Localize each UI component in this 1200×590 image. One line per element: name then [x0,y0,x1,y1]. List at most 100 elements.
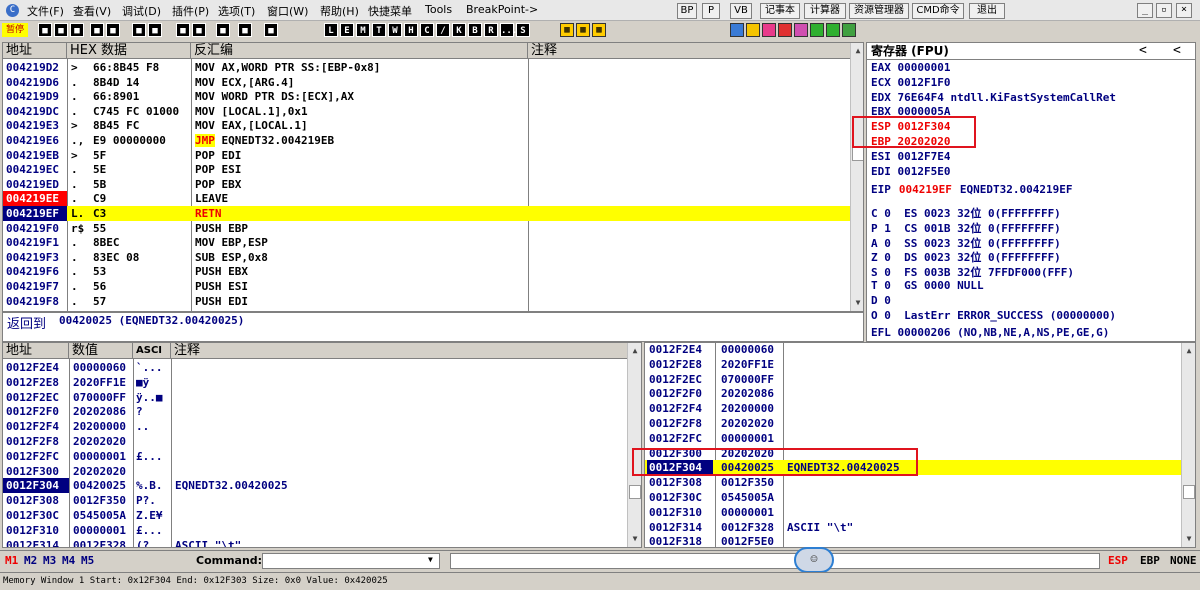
stack-row[interactable]: 0012F308 0012F350 [645,475,1181,490]
flag-row[interactable]: P 1 CS 001B 32位 0(FFFFFFFF) [871,220,1061,236]
plugin-button[interactable] [810,23,824,37]
debug-control-button[interactable]: ■ [238,23,252,37]
disasm-row[interactable]: 004219E6., E9 00000000 JMP EQNEDT32.004219… [3,133,850,148]
stack-row[interactable]: 0012F2F0 20202086 [645,386,1181,401]
flag-row[interactable]: O 0 LastErr ERROR_SUCCESS (00000000) [871,309,1116,322]
app-icon[interactable]: C [6,4,19,17]
scroll-up-icon[interactable]: ▲ [1183,345,1195,357]
restore-button[interactable]: ▫ [1156,3,1172,18]
window-button[interactable]: T [372,23,386,37]
dump-row[interactable]: 0012F2E8 2020FF1E ■ÿ [3,375,627,390]
flag-row[interactable]: T 0 GS 0000 NULL [871,279,984,292]
flag-row[interactable]: Z 0 DS 0023 32位 0(FFFFFFFF) [871,249,1061,265]
window-button[interactable]: E [340,23,354,37]
debug-control-button[interactable]: ■ [216,23,230,37]
disasm-row[interactable]: 004219F1. 8BEC MOV EBP,ESP [3,235,850,250]
menu-item[interactable]: 窗口(W) [267,3,308,19]
debug-control-button[interactable]: ■ [106,23,120,37]
memory-tab[interactable]: M5 [81,554,94,567]
disasm-row[interactable]: 004219DC. C745 FC 01000 MOV [LOCAL.1],0x1 [3,104,850,119]
toolbar-button[interactable]: 计算器 [804,3,846,19]
disasm-row[interactable]: 004219EB >5F POP EDI [3,148,850,163]
window-button[interactable]: R [484,23,498,37]
col-header-hex[interactable]: HEX 数据 [67,43,191,59]
window-button[interactable]: S [516,23,530,37]
memory-tab[interactable]: M2 [24,554,37,567]
stack-mode-option[interactable]: EBP [1140,554,1160,567]
debug-control-button[interactable]: ■ [192,23,206,37]
dump-scrollbar[interactable]: ▲ ▼ [627,343,641,547]
disasm-row[interactable]: 004219F8. 57 PUSH EDI [3,294,850,309]
options-button[interactable]: ▦ [560,23,574,37]
registers-next-icon[interactable]: < [1173,43,1181,59]
plugin-button[interactable] [730,23,744,37]
debug-control-button[interactable]: ■ [176,23,190,37]
register-row[interactable]: EDI 0012F5E0 [871,165,950,178]
stack-row[interactable]: 0012F2FC 00000001 [645,431,1181,446]
registers-prev-icon[interactable]: < [1139,43,1147,59]
plugin-button[interactable] [842,23,856,37]
stack-row[interactable]: 0012F2F8 20202020 [645,416,1181,431]
plugin-button[interactable] [746,23,760,37]
stack-scrollbar[interactable]: ▲ ▼ [1181,343,1195,547]
window-button[interactable]: / [436,23,450,37]
dump-col-ascii[interactable]: ASCI [133,343,171,359]
bug-mascot-icon[interactable]: ☺ [794,547,834,573]
debug-control-button[interactable]: ■ [70,23,84,37]
plugin-button[interactable] [762,23,776,37]
stack-row[interactable]: 0012F30C 0545005A [645,490,1181,505]
menu-item[interactable]: Tools [425,3,452,16]
toolbar-button[interactable]: 退出 [969,3,1005,19]
disasm-row[interactable]: 004219ED. 5B POP EBX [3,177,850,192]
dump-row[interactable]: 0012F310 00000001 £... [3,523,627,538]
menu-item[interactable]: 帮助(H) [320,3,359,19]
disasm-row[interactable]: 004219F0 r$ 55 PUSH EBP [3,221,850,236]
disasm-row[interactable]: 004219EF L. C3 RETN [3,206,850,221]
col-header-address[interactable]: 地址 [3,43,67,59]
dump-row[interactable]: 0012F308 0012F350 P?. [3,493,627,508]
scroll-thumb[interactable] [852,147,863,161]
toolbar-button[interactable]: VB [730,3,752,19]
dump-row[interactable]: 0012F2F0 20202086? [3,404,627,419]
minimize-button[interactable]: _ [1137,3,1153,18]
dump-row[interactable]: 0012F30C 0545005A Z.E¥ [3,508,627,523]
window-button[interactable]: L [324,23,338,37]
memory-tab[interactable]: M4 [62,554,75,567]
scroll-down-icon[interactable]: ▼ [629,533,641,545]
menu-item[interactable]: 选项(T) [218,3,255,19]
stack-row[interactable]: 0012F2EC 070000FF [645,372,1181,387]
eip-row[interactable]: EIP 004219EF EQNEDT32.004219EF [871,183,1072,196]
col-header-disasm[interactable]: 反汇编 [191,43,528,59]
dump-row[interactable]: 0012F314 0012F328 (?. ASCII "\t" [3,538,627,547]
disasm-row[interactable]: 004219F6. 53 PUSH EBX [3,264,850,279]
stack-row[interactable]: 0012F2E8 2020FF1E [645,357,1181,372]
debug-control-button[interactable]: ■ [132,23,146,37]
window-button[interactable]: C [420,23,434,37]
dump-col-comment[interactable]: 注释 [171,343,629,359]
register-row[interactable]: EDX 76E64F4 ntdll.KiFastSystemCallRet [871,91,1116,104]
flag-row[interactable]: A 0 SS 0023 32位 0(FFFFFFFF) [871,235,1061,251]
disasm-row[interactable]: 004219EE. C9 LEAVE [3,191,850,207]
window-button[interactable]: K [452,23,466,37]
options-button[interactable]: ▦ [576,23,590,37]
flag-row[interactable]: S 0 FS 003B 32位 7FFDF000(FFF) [871,264,1074,280]
disasm-row[interactable]: 004219D2 >66:8B45 F8 MOV AX,WORD PTR SS:[E… [3,60,850,75]
disasm-row[interactable]: 004219F3. 83EC 08 SUB ESP,0x8 [3,250,850,265]
dump-row[interactable]: 0012F304 00420025 %.B. EQNEDT32.00420025 [3,478,627,494]
toolbar-button[interactable]: 资源管理器 [849,3,909,19]
stack-mode-option[interactable]: ESP [1108,554,1128,567]
debug-control-button[interactable]: ■ [264,23,278,37]
stack-row[interactable]: 0012F2F4 20200000 [645,401,1181,416]
close-button[interactable]: × [1176,3,1192,18]
scroll-up-icon[interactable]: ▲ [852,45,863,57]
dump-row[interactable]: 0012F2E4 00000060 `... [3,360,627,375]
disasm-row[interactable]: 004219E3 >8B45 FC MOV EAX,[LOCAL.1] [3,118,850,133]
disasm-row[interactable]: 004219F7. 56 PUSH ESI [3,279,850,294]
register-row[interactable]: ECX 0012F1F0 [871,76,950,89]
scroll-up-icon[interactable]: ▲ [629,345,641,357]
disasm-scrollbar[interactable]: ▲ ▼ [850,43,863,311]
menu-item[interactable]: 查看(V) [73,3,111,19]
scroll-down-icon[interactable]: ▼ [852,297,863,309]
register-row[interactable]: ESI 0012F7E4 [871,150,950,163]
menu-item[interactable]: 快捷菜单 [368,3,412,19]
